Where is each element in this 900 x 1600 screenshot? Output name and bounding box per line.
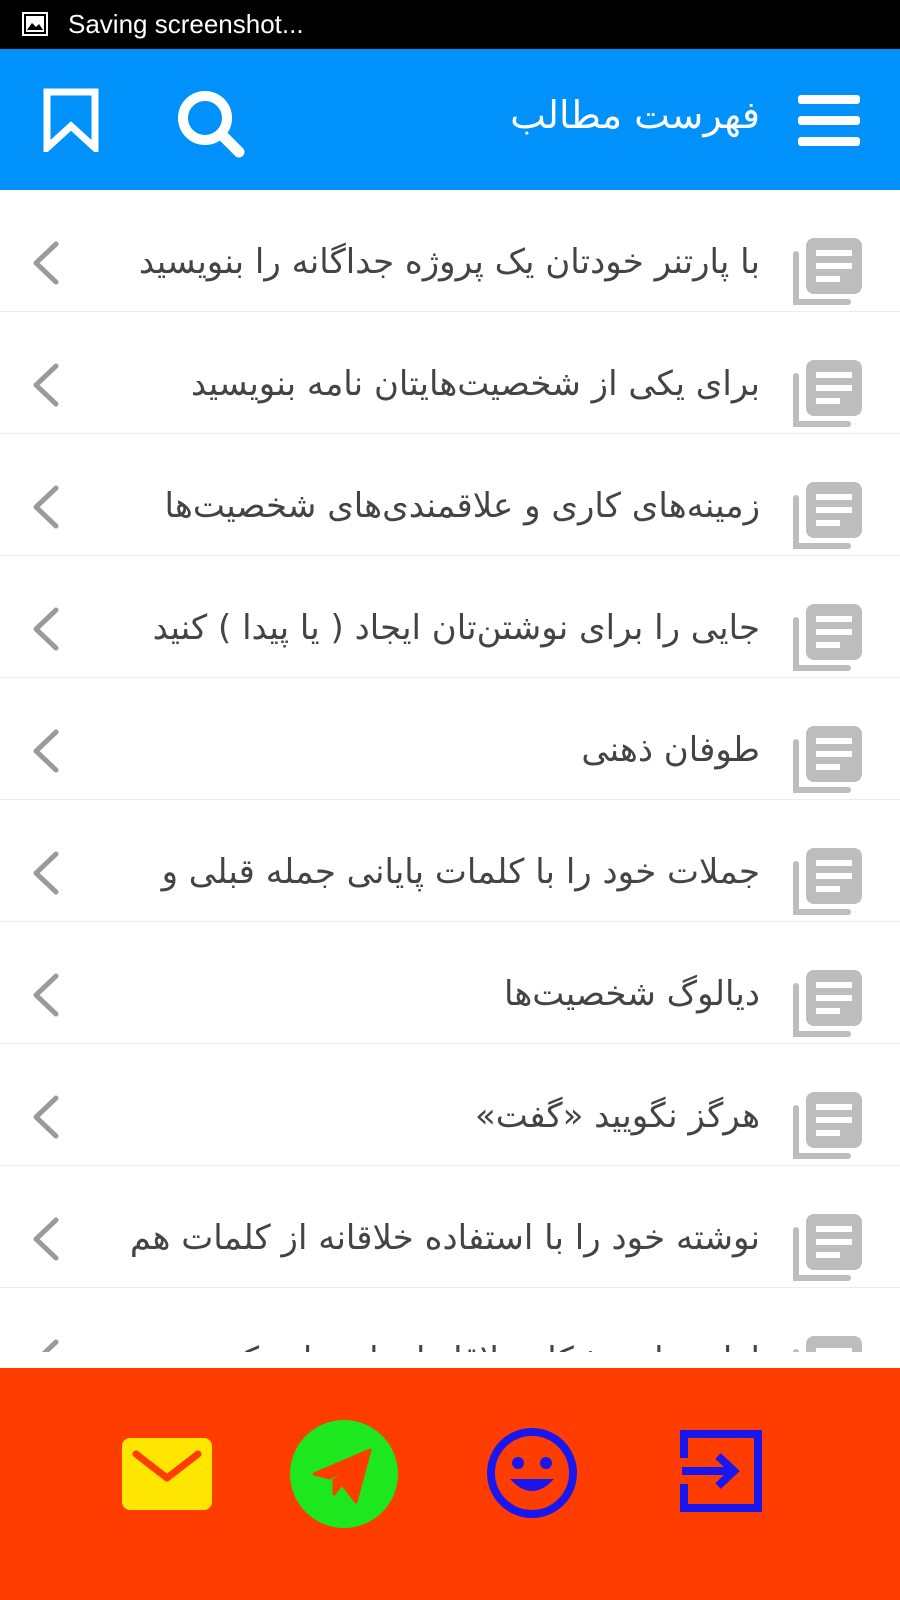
article-icon [792, 356, 864, 428]
list-item[interactable]: جملات خود را با کلمات پایانی جمله قبلی و [0, 800, 900, 922]
list-item-label: نوشته خود را با استفاده خلاقانه از کلمات… [129, 1218, 760, 1258]
telegram-icon[interactable] [290, 1420, 398, 1528]
chevron-left-icon [30, 362, 62, 408]
login-icon[interactable] [678, 1428, 764, 1514]
list-item[interactable]: زمینه‌های کاری و علاقمندی‌های شخصیت‌ها [0, 434, 900, 556]
list-item-label: جملات خود را با کلمات پایانی جمله قبلی و [161, 852, 760, 892]
list-item[interactable]: هرگز نگویید «گفت» [0, 1044, 900, 1166]
article-icon [792, 234, 864, 306]
chevron-left-icon [30, 1094, 62, 1140]
list-item-label: زمینه‌های کاری و علاقمندی‌های شخصیت‌ها [164, 486, 760, 526]
list-item[interactable]: با پارتنر خودتان یک پروژه جداگانه را بنو… [0, 190, 900, 312]
mail-icon[interactable] [122, 1438, 212, 1510]
list-item[interactable]: جایی را برای نوشتن‌تان ایجاد ( یا پیدا )… [0, 556, 900, 678]
list-item[interactable]: لغات را به شکل خلاقانه‌ای استفاده کنید [0, 1288, 900, 1352]
chevron-left-icon [30, 484, 62, 530]
chevron-left-icon [30, 606, 62, 652]
chevron-left-icon [30, 240, 62, 286]
status-bar: Saving screenshot... [0, 0, 900, 49]
chevron-left-icon [30, 728, 62, 774]
list-item-label: با پارتنر خودتان یک پروژه جداگانه را بنو… [138, 242, 760, 282]
hamburger-menu-icon[interactable] [798, 95, 860, 147]
smile-icon[interactable] [486, 1427, 578, 1519]
list-item[interactable]: برای یکی از شخصیت‌هایتان نامه بنویسید [0, 312, 900, 434]
article-icon [792, 600, 864, 672]
list-item[interactable]: طوفان ذهنی [0, 678, 900, 800]
image-icon [22, 12, 48, 36]
status-text: Saving screenshot... [68, 9, 304, 39]
table-of-contents-list: با پارتنر خودتان یک پروژه جداگانه را بنو… [0, 190, 900, 1352]
bookmark-icon[interactable] [43, 88, 99, 152]
list-item-label: دیالوگ شخصیت‌ها [504, 974, 760, 1014]
list-item[interactable]: نوشته خود را با استفاده خلاقانه از کلمات… [0, 1166, 900, 1288]
list-item-label: برای یکی از شخصیت‌هایتان نامه بنویسید [190, 364, 760, 404]
page-title: فهرست مطالب [510, 93, 760, 137]
article-icon [792, 478, 864, 550]
list-item-label: طوفان ذهنی [581, 730, 760, 770]
article-icon [792, 722, 864, 794]
article-icon [792, 966, 864, 1038]
search-icon[interactable] [175, 88, 247, 160]
chevron-left-icon [30, 1216, 62, 1262]
chevron-left-icon [30, 972, 62, 1018]
chevron-left-icon [30, 1338, 62, 1352]
chevron-left-icon [30, 850, 62, 896]
article-icon [792, 1210, 864, 1282]
article-icon [792, 844, 864, 916]
list-item-label: جایی را برای نوشتن‌تان ایجاد ( یا پیدا )… [152, 608, 760, 648]
list-item[interactable]: دیالوگ شخصیت‌ها [0, 922, 900, 1044]
article-icon [792, 1332, 864, 1352]
list-item-label: لغات را به شکل خلاقانه‌ای استفاده کنید [116, 1330, 760, 1352]
article-icon [792, 1088, 864, 1160]
list-item-label: هرگز نگویید «گفت» [475, 1096, 760, 1136]
